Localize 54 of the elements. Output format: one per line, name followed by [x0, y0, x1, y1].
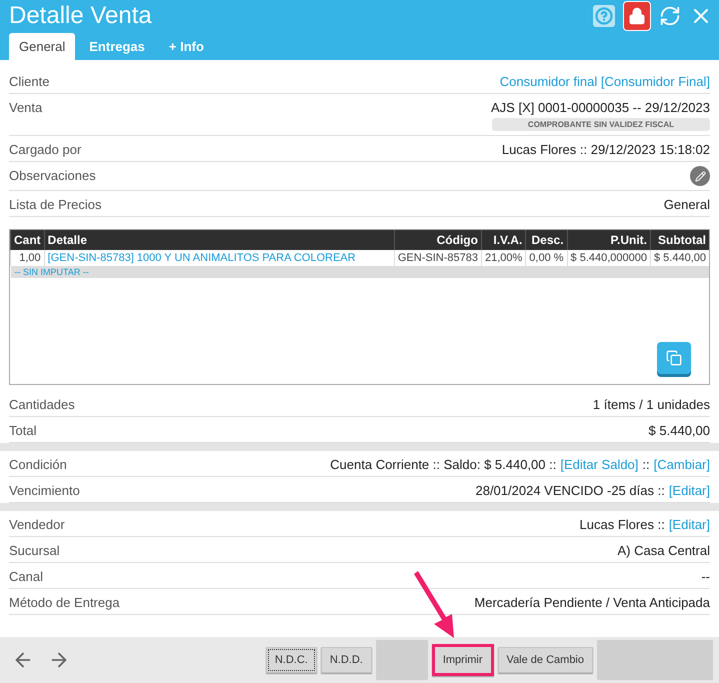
- field-label: Venta: [9, 100, 42, 115]
- field-label: Cantidades: [9, 397, 75, 412]
- tab[interactable]: Entregas: [79, 33, 155, 60]
- field-value: Mercadería Pendiente / Venta Anticipada: [474, 595, 710, 610]
- action-button[interactable]: Imprimir: [432, 644, 494, 676]
- tab[interactable]: General: [9, 33, 76, 60]
- tab[interactable]: + Info: [158, 33, 214, 60]
- field-value: Lucas Flores :: 29/12/2023 15:18:02: [502, 142, 710, 157]
- window-title: Detalle Venta: [9, 2, 153, 30]
- field-label: Canal: [9, 569, 43, 584]
- action-button[interactable]: Vale de Cambio: [498, 647, 593, 673]
- pencil-icon: [694, 170, 706, 182]
- fiscal-status-badge: COMPROBANTE SIN VALIDEZ FISCAL: [492, 118, 710, 131]
- field-label: Cliente: [9, 74, 50, 89]
- value-link[interactable]: Consumidor final [Consumidor Final]: [500, 74, 710, 89]
- field-value: ::: [642, 457, 650, 472]
- action-button[interactable]: N.D.D.: [320, 647, 372, 673]
- refresh-icon[interactable]: [659, 5, 681, 27]
- column-header: Subtotal: [650, 230, 709, 250]
- column-header: P.Unit.: [567, 230, 650, 250]
- column-header: Cant: [10, 230, 44, 250]
- allocation-note: -- SIN IMPUTAR --: [10, 266, 709, 278]
- field-value: 28/01/2024 VENCIDO -25 días ::: [475, 483, 665, 498]
- field-label: Lista de Precios: [9, 197, 102, 212]
- action-button[interactable]: N.D.C.: [266, 647, 317, 673]
- field-value: Cuenta Corriente :: Saldo: $ 5.440,00 ::: [330, 457, 556, 472]
- field-label: Total: [9, 423, 36, 438]
- lock-icon: [628, 7, 646, 25]
- field-value: --: [701, 569, 710, 584]
- field-label: Observaciones: [9, 168, 96, 183]
- copy-icon: [666, 350, 682, 366]
- value-link[interactable]: [Cambiar]: [654, 457, 710, 472]
- column-header: Desc.: [526, 230, 568, 250]
- field-value: A) Casa Central: [618, 543, 710, 558]
- value-link[interactable]: [Editar]: [668, 483, 710, 498]
- field-value: Lucas Flores ::: [580, 517, 665, 532]
- field-label: Vendedor: [9, 517, 65, 532]
- field-value: AJS [X] 0001-00000035 -- 29/12/2023: [491, 100, 710, 115]
- field-label: Sucursal: [9, 543, 60, 558]
- field-label: Condición: [9, 457, 67, 472]
- field-value: General: [664, 197, 710, 212]
- value-link[interactable]: [Editar Saldo]: [560, 457, 638, 472]
- field-label: Método de Entrega: [9, 595, 120, 610]
- field-value: 1 ítems / 1 unidades: [592, 397, 710, 412]
- value-link[interactable]: [Editar]: [668, 517, 710, 532]
- lock-button[interactable]: [623, 1, 651, 31]
- field-label: Cargado por: [9, 142, 82, 157]
- field-value: $ 5.440,00: [648, 423, 710, 438]
- column-header: Detalle: [44, 230, 394, 250]
- edit-button[interactable]: [690, 166, 710, 186]
- column-header: Código: [394, 230, 482, 250]
- copy-button[interactable]: [657, 342, 691, 374]
- column-header: I.V.A.: [481, 230, 526, 250]
- field-label: Vencimiento: [9, 483, 80, 498]
